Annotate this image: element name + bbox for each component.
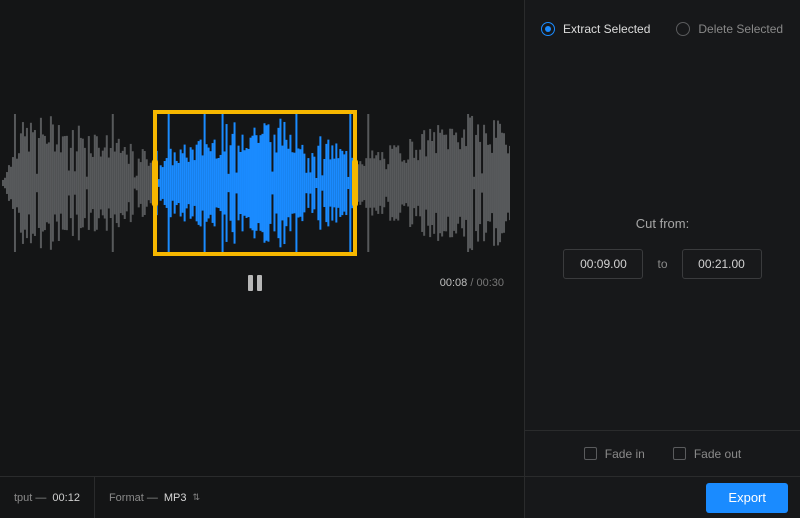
fade-row: Fade in Fade out [525,430,800,476]
radio-extract-label: Extract Selected [563,22,650,36]
output-prefix: tput — [14,492,46,504]
cut-title: Cut from: [525,216,800,231]
fade-in-label: Fade in [605,447,645,461]
time-current: 00:08 [440,277,468,289]
cut-to-input[interactable]: 00:21.00 [682,249,762,279]
checkbox-fade-in[interactable]: Fade in [584,447,645,461]
footer-bar: tput — 00:12 Format — MP3 ⇅ [0,476,524,518]
radio-delete-label: Delete Selected [698,22,783,36]
cut-to-label: to [657,257,667,271]
mode-options: Extract Selected Delete Selected [525,0,800,46]
waveform[interactable] [0,112,510,254]
radio-dot-icon [541,22,555,36]
cut-row: 00:09.00 to 00:21.00 [525,249,800,279]
checkbox-fade-out[interactable]: Fade out [673,447,741,461]
footer-output-cell: tput — 00:12 [0,477,95,518]
waveform-container[interactable] [0,112,510,254]
radio-extract-selected[interactable]: Extract Selected [541,22,650,36]
footer-format-cell[interactable]: Format — MP3 ⇅ [95,477,213,518]
cut-block: Cut from: 00:09.00 to 00:21.00 [525,216,800,279]
chevron-up-down-icon: ⇅ [192,492,199,503]
checkbox-icon [584,447,597,460]
output-duration: 00:12 [52,492,80,504]
radio-dot-icon [676,22,690,36]
export-row: Export [525,476,800,518]
pause-button[interactable] [248,275,262,291]
time-readout: 00:08 / 00:30 [440,277,504,289]
transport-bar: 00:08 / 00:30 [0,268,510,298]
app-root: 00:08 / 00:30 tput — 00:12 Format — MP3 … [0,0,800,518]
fade-out-label: Fade out [694,447,741,461]
export-button[interactable]: Export [706,483,788,513]
side-panel: Extract Selected Delete Selected Cut fro… [525,0,800,518]
editor-panel: 00:08 / 00:30 tput — 00:12 Format — MP3 … [0,0,525,518]
format-value: MP3 [164,492,187,504]
editor-area: 00:08 / 00:30 [0,0,524,476]
time-total: 00:30 [476,277,504,289]
cut-from-input[interactable]: 00:09.00 [563,249,643,279]
radio-delete-selected[interactable]: Delete Selected [676,22,783,36]
format-prefix: Format — [109,492,158,504]
checkbox-icon [673,447,686,460]
